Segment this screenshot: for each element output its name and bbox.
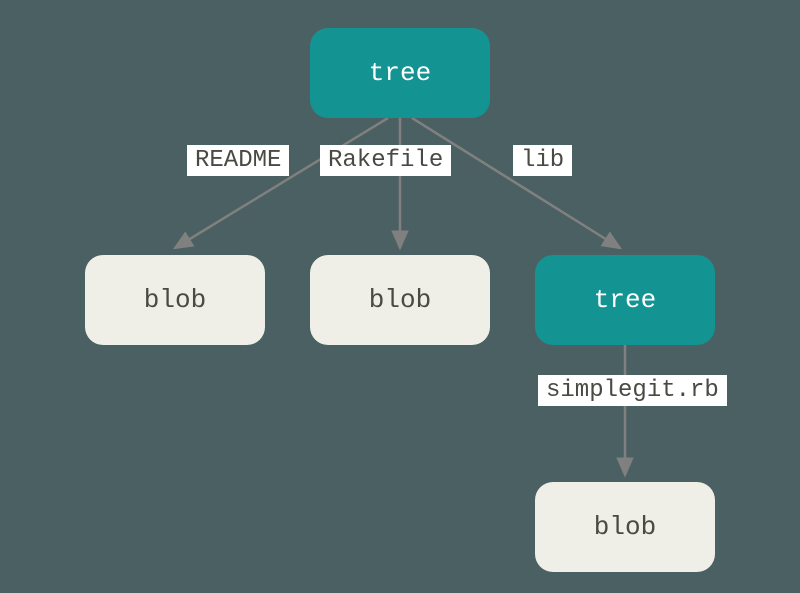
edge-label-lib: lib: [513, 145, 572, 176]
node-label: blob: [594, 512, 656, 542]
node-root-tree: tree: [310, 28, 490, 118]
node-blob-simplegit: blob: [535, 482, 715, 572]
edge-label-rakefile: Rakefile: [320, 145, 451, 176]
node-label: tree: [594, 285, 656, 315]
arrow-root-to-lib: [412, 118, 620, 248]
edge-label-simplegit: simplegit.rb: [538, 375, 727, 406]
node-label: blob: [369, 285, 431, 315]
node-blob-rakefile: blob: [310, 255, 490, 345]
node-label: blob: [144, 285, 206, 315]
arrow-root-to-readme: [175, 118, 388, 248]
edge-label-readme: README: [187, 145, 289, 176]
node-label: tree: [369, 58, 431, 88]
node-blob-readme: blob: [85, 255, 265, 345]
node-lib-tree: tree: [535, 255, 715, 345]
